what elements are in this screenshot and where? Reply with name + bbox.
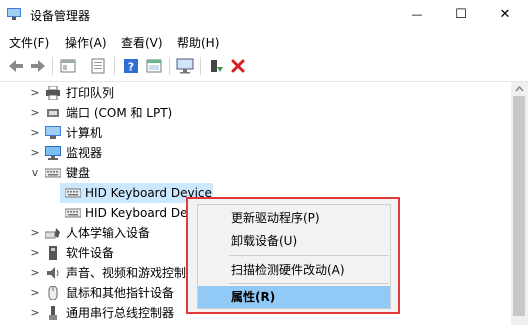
show-hidden-icon <box>146 59 162 73</box>
scan-hardware-button[interactable] <box>175 56 195 76</box>
tree-item-label: HID Keyboard Dev <box>85 206 190 220</box>
close-icon: ✕ <box>499 7 511 22</box>
maximize-button[interactable]: ☐ <box>438 0 484 29</box>
show-hidden-button[interactable] <box>144 56 164 76</box>
tree-item-hid[interactable]: > 人体学输入设备 <box>0 223 186 243</box>
forward-button[interactable] <box>28 56 48 76</box>
menu-item-label: 卸载设备(U) <box>231 234 298 248</box>
mouse-icon <box>48 286 58 300</box>
menu-help[interactable]: 帮助(H) <box>177 34 219 51</box>
tree-item-print-queue[interactable]: > 打印队列 <box>0 83 505 103</box>
device-manager-icon <box>7 8 21 20</box>
tree-item-label: 计算机 <box>66 126 103 140</box>
printer-icon <box>46 86 60 100</box>
tree-item-monitors[interactable]: > 监视器 <box>0 143 505 163</box>
computer-icon <box>45 126 61 139</box>
enable-device-button[interactable] <box>206 56 226 76</box>
minimize-button[interactable]: — <box>394 0 440 29</box>
tree-item-label: 声音、视频和游戏控制器 <box>66 266 186 280</box>
show-hide-tree-button[interactable] <box>58 56 78 76</box>
uninstall-device-button[interactable] <box>228 56 248 76</box>
tree-item-sound-video-game[interactable]: > 声音、视频和游戏控制器 <box>0 263 186 283</box>
back-button[interactable] <box>6 56 26 76</box>
tree-item-label: 鼠标和其他指针设备 <box>66 286 175 300</box>
menu-update-driver[interactable]: 更新驱动程序(P) <box>198 207 390 229</box>
collapse-chevron-icon[interactable]: v <box>30 163 40 183</box>
menu-properties[interactable]: 属性(R) <box>198 286 390 308</box>
keyboard-icon <box>65 208 81 218</box>
expand-chevron-icon[interactable]: > <box>30 283 40 303</box>
hid-icon <box>45 228 60 239</box>
menu-separator <box>229 283 389 284</box>
tree-item-computer[interactable]: > 计算机 <box>0 123 505 143</box>
toolbar: ? <box>0 51 528 82</box>
close-button[interactable]: ✕ <box>482 0 528 29</box>
tree-item-mice[interactable]: > 鼠标和其他指针设备 <box>0 283 186 303</box>
menu-item-label: 更新驱动程序(P) <box>231 211 320 225</box>
tree-item-label: 软件设备 <box>66 246 115 260</box>
context-menu-highlight: 更新驱动程序(P) 卸载设备(U) 扫描检测硬件改动(A) 属性(R) <box>186 197 400 314</box>
tree-item-usb[interactable]: > 通用串行总线控制器 <box>0 303 186 323</box>
minimize-icon: — <box>411 8 423 21</box>
properties-button[interactable] <box>88 56 108 76</box>
tree-item-ports[interactable]: > 端口 (COM 和 LPT) <box>0 103 505 123</box>
menu-action[interactable]: 操作(A) <box>65 34 107 51</box>
menu-item-label: 属性(R) <box>231 290 276 304</box>
scroll-up-icon[interactable] <box>511 82 528 96</box>
monitor-icon <box>176 58 194 74</box>
uninstall-icon <box>231 59 245 73</box>
expand-chevron-icon[interactable]: > <box>30 123 40 143</box>
tree-item-label: 键盘 <box>66 166 91 180</box>
expand-chevron-icon[interactable]: > <box>30 243 40 263</box>
menu-file[interactable]: 文件(F) <box>9 34 49 51</box>
expand-chevron-icon[interactable]: > <box>30 303 40 323</box>
back-icon <box>9 60 23 72</box>
menu-uninstall-device[interactable]: 卸载设备(U) <box>198 230 390 252</box>
expand-chevron-icon[interactable]: > <box>30 223 40 243</box>
tree-item-label: 通用串行总线控制器 <box>66 306 175 320</box>
usb-icon <box>49 306 57 320</box>
monitor-icon <box>45 146 61 160</box>
help-icon: ? <box>124 59 138 74</box>
port-icon <box>47 109 59 117</box>
menu-view[interactable]: 查看(V) <box>121 34 163 51</box>
menu-separator <box>229 255 389 256</box>
menu-bar: 文件(F) 操作(A) 查看(V) 帮助(H) <box>0 29 528 52</box>
tree-item-label: 端口 (COM 和 LPT) <box>66 106 173 120</box>
tree-item-label: 打印队列 <box>66 86 115 100</box>
maximize-icon: ☐ <box>455 7 467 22</box>
expand-chevron-icon[interactable]: > <box>30 263 40 283</box>
menu-scan-hardware[interactable]: 扫描检测硬件改动(A) <box>198 259 390 281</box>
keyboard-icon <box>65 188 81 198</box>
tree-item-software-devices[interactable]: > 软件设备 <box>0 243 186 263</box>
enable-device-icon <box>211 60 223 72</box>
forward-icon <box>31 60 45 72</box>
speaker-icon <box>47 267 59 279</box>
context-menu: 更新驱动程序(P) 卸载设备(U) 扫描检测硬件改动(A) 属性(R) <box>197 204 391 309</box>
update-driver-icon <box>91 58 105 74</box>
tree-item-keyboards[interactable]: v 键盘 <box>0 163 505 183</box>
tree-item-label: 监视器 <box>66 146 103 160</box>
keyboard-icon <box>45 168 61 178</box>
svg-text:?: ? <box>128 61 134 74</box>
scrollbar-thumb[interactable] <box>513 96 525 316</box>
expand-chevron-icon[interactable]: > <box>30 143 40 163</box>
tree-item-hid-keyboard-2[interactable]: HID Keyboard Dev <box>60 203 190 223</box>
tree-item-label: 人体学输入设备 <box>66 226 151 240</box>
title-bar: 设备管理器 — ☐ ✕ <box>0 0 528 29</box>
expand-chevron-icon[interactable]: > <box>30 83 40 103</box>
software-device-icon <box>49 246 57 260</box>
help-button[interactable]: ? <box>121 56 141 76</box>
properties-icon <box>60 59 76 73</box>
expand-chevron-icon[interactable]: > <box>30 103 40 123</box>
window-title: 设备管理器 <box>30 9 91 23</box>
menu-item-label: 扫描检测硬件改动(A) <box>231 263 345 277</box>
